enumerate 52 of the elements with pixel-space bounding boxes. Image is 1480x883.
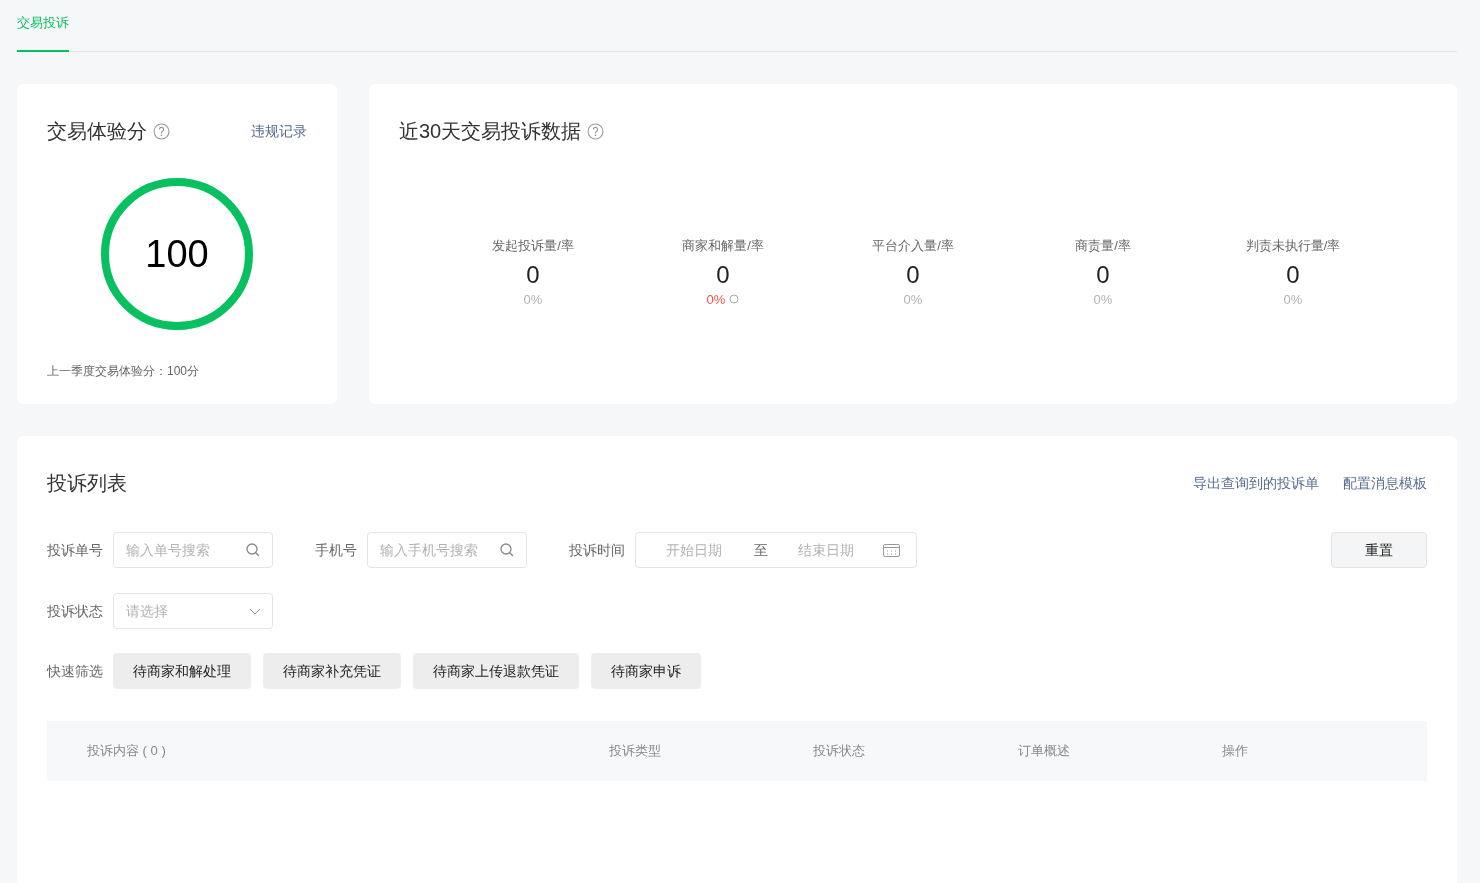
stat-label: 判责未执行量/率: [1245, 237, 1341, 255]
stat-count: 0: [526, 259, 540, 290]
filter-label: 快速筛选: [47, 661, 104, 681]
filter-label: 投诉单号: [47, 540, 104, 560]
quick-filter-button[interactable]: 待商家上传退款凭证: [413, 653, 579, 689]
stat-rate: 0%: [1283, 290, 1303, 309]
quick-filter-button[interactable]: 待商家申诉: [591, 653, 701, 689]
reset-button[interactable]: 重置: [1331, 532, 1427, 568]
score-value: 100: [145, 231, 209, 277]
range-separator: 至: [754, 540, 768, 560]
stat-rate: 0%: [1093, 290, 1113, 309]
card-title: 近30天交易投诉数据: [399, 119, 582, 144]
help-icon: [153, 122, 170, 140]
stat-label: 商责量/率: [1075, 237, 1131, 255]
date-range-field[interactable]: 开始日期 至 结束日期: [635, 532, 917, 568]
stat-rate: 0%: [706, 290, 726, 309]
column-header: 操作: [1222, 743, 1249, 759]
action-link[interactable]: 导出查询到的投诉单: [1193, 472, 1319, 494]
order-search-field[interactable]: 输入单号搜索: [113, 532, 273, 568]
start-date-field[interactable]: 开始日期: [666, 539, 738, 561]
stat-count: 0: [716, 259, 730, 290]
action-link[interactable]: 配置消息模板: [1343, 472, 1427, 494]
stat-label: 商家和解量/率: [682, 237, 764, 255]
quick-filter-button[interactable]: 待商家和解处理: [113, 653, 251, 689]
column-header: 投诉内容 ( 0 ): [87, 743, 166, 759]
status-select[interactable]: 请选择: [113, 593, 273, 629]
help-icon: [587, 122, 605, 140]
stat-count: 0: [1286, 259, 1300, 290]
loading-icon: [729, 294, 740, 305]
phone-search-field[interactable]: 输入手机号搜索: [367, 532, 527, 568]
chevron-down-icon: [249, 608, 261, 615]
quick-filter-button[interactable]: 待商家补充凭证: [263, 653, 401, 689]
calendar-icon: [883, 543, 900, 557]
filter-label: 手机号: [315, 540, 358, 560]
filter-label: 投诉时间: [569, 540, 626, 560]
stat-rate: 0%: [523, 290, 543, 309]
stat-rate: 0%: [903, 290, 923, 309]
search-icon: [499, 542, 515, 558]
card-title: 交易体验分: [47, 119, 147, 144]
section-title: 投诉列表: [47, 471, 127, 496]
column-header: 投诉类型: [608, 743, 661, 759]
stat-label: 平台介入量/率: [872, 237, 954, 255]
end-date-field[interactable]: 结束日期: [798, 539, 870, 561]
column-header: 投诉状态: [813, 743, 866, 759]
stat-count: 0: [906, 259, 920, 290]
stat-label: 发起投诉量/率: [492, 237, 574, 255]
filter-label: 投诉状态: [47, 601, 104, 621]
search-icon: [245, 542, 261, 558]
column-header: 订单概述: [1017, 743, 1070, 759]
violation-link[interactable]: 违规记录: [251, 120, 307, 142]
stat-count: 0: [1096, 259, 1110, 290]
previous-score: 上一季度交易体验分：100分: [47, 363, 201, 380]
